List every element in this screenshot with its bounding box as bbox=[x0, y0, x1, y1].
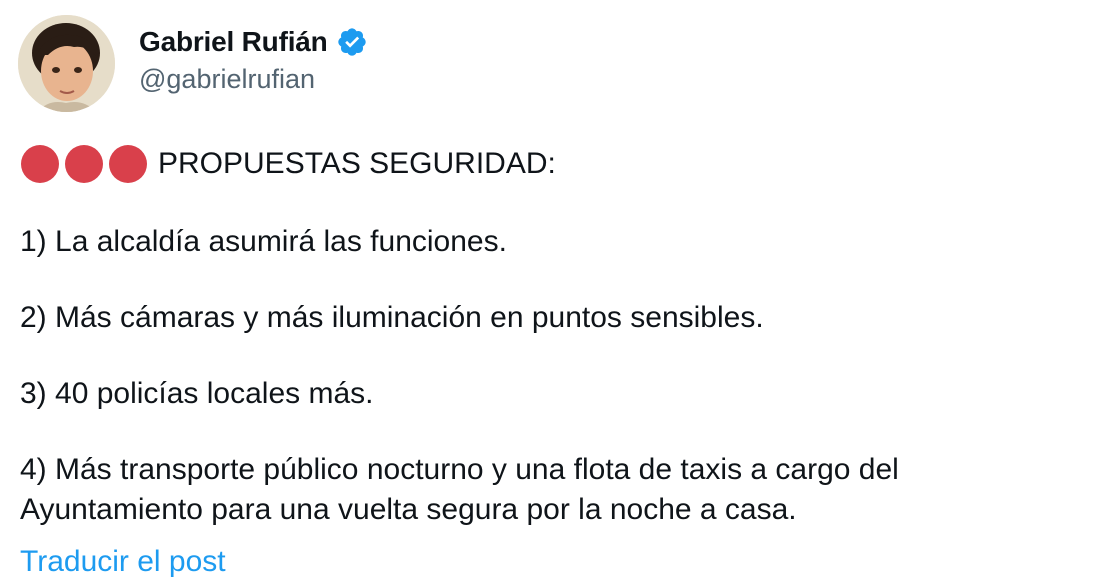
author-name-row: Gabriel Rufián bbox=[139, 22, 368, 62]
proposal-item: 1) La alcaldía asumirá las funciones. bbox=[20, 225, 507, 258]
red-circle-icon bbox=[65, 145, 103, 183]
author-display-name[interactable]: Gabriel Rufián bbox=[139, 26, 328, 58]
tweet-author: Gabriel Rufián @gabrielrufian bbox=[139, 22, 368, 95]
proposal-item: 4) Más transporte público nocturno y una… bbox=[20, 453, 899, 526]
red-circle-icon bbox=[21, 145, 59, 183]
author-handle[interactable]: @gabrielrufian bbox=[139, 64, 368, 95]
tweet-text: PROPUESTAS SEGURIDAD: 1) La alcaldía asu… bbox=[20, 142, 1090, 530]
proposal-item: 3) 40 policías locales más. bbox=[20, 377, 374, 410]
red-circle-icon bbox=[109, 145, 147, 183]
verified-badge-icon[interactable] bbox=[336, 26, 368, 58]
translate-post-link[interactable]: Traducir el post bbox=[20, 545, 226, 579]
avatar-photo bbox=[18, 15, 115, 112]
avatar[interactable] bbox=[18, 15, 115, 112]
proposal-item: 2) Más cámaras y más iluminación en punt… bbox=[20, 301, 764, 334]
headline-text: PROPUESTAS SEGURIDAD: bbox=[158, 147, 556, 180]
tweet-headline: PROPUESTAS SEGURIDAD: bbox=[20, 142, 1090, 186]
